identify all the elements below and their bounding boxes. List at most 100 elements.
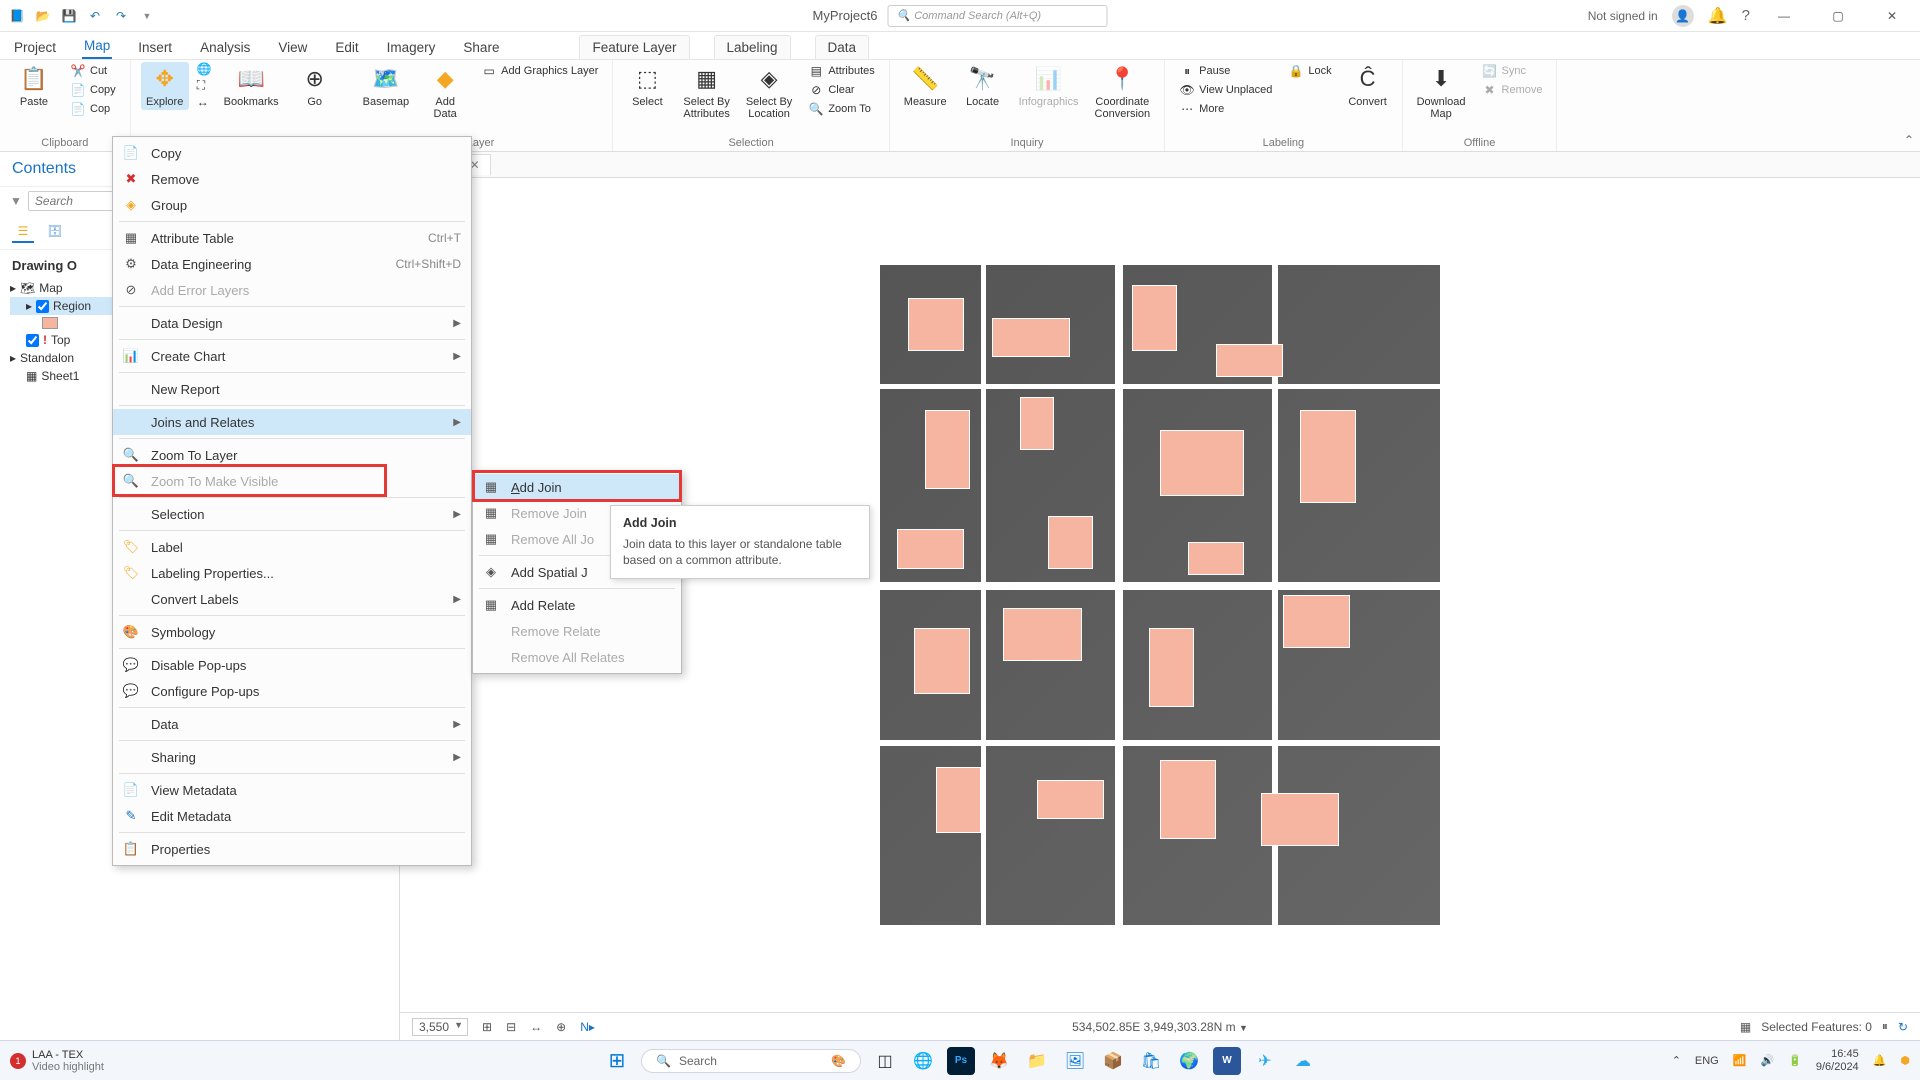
nav-tool-icon[interactable]: ↔ (197, 95, 212, 109)
copy-path-button[interactable]: 📄Cop (66, 100, 120, 118)
cm-group[interactable]: ◈Group (113, 192, 471, 218)
explorer-icon[interactable]: 📁 (1023, 1047, 1051, 1075)
refresh-icon[interactable]: ↻ (1898, 1020, 1908, 1034)
copy-button[interactable]: 📄Copy (66, 81, 120, 99)
photoshop-icon[interactable]: Ps (947, 1047, 975, 1075)
app-icon[interactable]: ☁ (1289, 1047, 1317, 1075)
go-to-button[interactable]: ⊕Go (291, 62, 339, 110)
drawing-order-tab-icon[interactable]: ☰ (12, 221, 34, 243)
ribbon-collapse-button[interactable]: ⌃ (1904, 133, 1914, 147)
open-icon[interactable]: 📂 (34, 7, 52, 25)
cm-configure-popups[interactable]: 💬Configure Pop-ups (113, 678, 471, 704)
app-icon[interactable]: 📦 (1099, 1047, 1127, 1075)
filter-icon[interactable]: ▼ (10, 194, 22, 208)
select-by-attributes-button[interactable]: ▦Select By Attributes (679, 62, 733, 122)
tab-labeling[interactable]: Labeling (714, 35, 791, 59)
telegram-icon[interactable]: ✈ (1251, 1047, 1279, 1075)
layer-checkbox[interactable] (36, 300, 49, 313)
cm-disable-popups[interactable]: 💬Disable Pop-ups (113, 652, 471, 678)
download-map-button[interactable]: ⬇Download Map (1413, 62, 1470, 122)
save-icon[interactable]: 💾 (60, 7, 78, 25)
cm-label[interactable]: 🏷Label (113, 534, 471, 560)
data-source-tab-icon[interactable]: 🗄 (44, 221, 66, 243)
avatar-icon[interactable]: 👤 (1672, 5, 1694, 27)
cm-sharing[interactable]: Sharing▶ (113, 744, 471, 770)
language-indicator[interactable]: ENG (1695, 1055, 1719, 1067)
task-view-icon[interactable]: ◫ (871, 1047, 899, 1075)
attributes-button[interactable]: ▤Attributes (804, 62, 878, 80)
layer-checkbox[interactable] (26, 334, 39, 347)
firefox-icon[interactable]: 🦊 (985, 1047, 1013, 1075)
command-search[interactable]: 🔍 Command Search (Alt+Q) (888, 5, 1108, 27)
cm-symbology[interactable]: 🎨Symbology (113, 619, 471, 645)
locate-button[interactable]: 🔭Locate (959, 62, 1007, 110)
system-clock[interactable]: 16:45 9/6/2024 (1816, 1048, 1859, 1072)
view-unplaced-button[interactable]: 👁View Unplaced (1175, 81, 1276, 99)
cm-zoom-to-layer[interactable]: 🔍Zoom To Layer (113, 442, 471, 468)
status-tool-icon[interactable]: N▸ (580, 1020, 595, 1034)
cm-data[interactable]: Data▶ (113, 711, 471, 737)
cm-edit-metadata[interactable]: ✎Edit Metadata (113, 803, 471, 829)
sm-add-join[interactable]: ▦Add Join (473, 474, 681, 500)
status-tool-icon[interactable]: ⊟ (506, 1020, 516, 1034)
cm-copy[interactable]: 📄Copy (113, 140, 471, 166)
basemap-button[interactable]: 🗺️Basemap (359, 62, 413, 110)
tab-view[interactable]: View (276, 36, 309, 59)
cm-attribute-table[interactable]: ▦Attribute TableCtrl+T (113, 225, 471, 251)
status-tool-icon[interactable]: ↔ (530, 1020, 542, 1034)
cm-joins-relates[interactable]: Joins and Relates▶ (113, 409, 471, 435)
add-graphics-layer-button[interactable]: ▭Add Graphics Layer (477, 62, 602, 80)
volume-icon[interactable]: 🔊 (1760, 1054, 1774, 1067)
measure-button[interactable]: 📏Measure (900, 62, 951, 110)
signin-label[interactable]: Not signed in (1588, 9, 1658, 23)
cm-selection[interactable]: Selection▶ (113, 501, 471, 527)
tab-feature-layer[interactable]: Feature Layer (579, 35, 689, 59)
help-icon[interactable]: ? (1742, 7, 1750, 24)
more-labels-button[interactable]: ⋯More (1175, 100, 1276, 118)
select-by-location-button[interactable]: ◈Select By Location (742, 62, 796, 122)
cm-labeling-properties[interactable]: 🏷Labeling Properties... (113, 560, 471, 586)
cut-button[interactable]: ✂️Cut (66, 62, 120, 80)
sm-add-relate[interactable]: ▦Add Relate (473, 592, 681, 618)
cm-new-report[interactable]: New Report (113, 376, 471, 402)
tab-project[interactable]: Project (12, 36, 58, 59)
redo-icon[interactable]: ↷ (112, 7, 130, 25)
chevron-up-icon[interactable]: ⌃ (1672, 1054, 1681, 1067)
tab-share[interactable]: Share (461, 36, 501, 59)
pause-labels-button[interactable]: ⏸Pause (1175, 62, 1276, 80)
app-icon[interactable]: 🖼 (1061, 1047, 1089, 1075)
battery-icon[interactable]: 🔋 (1788, 1054, 1802, 1067)
taskbar-left[interactable]: 1 LAA - TEX Video highlight (10, 1049, 104, 1073)
pause-draw-icon[interactable]: ⏸ (1882, 1019, 1888, 1034)
nav-tool-icon[interactable]: 🌐 (197, 62, 212, 76)
select-button[interactable]: ⬚Select (623, 62, 671, 110)
wifi-icon[interactable]: 📶 (1733, 1054, 1747, 1067)
map-scale[interactable]: 3,550▼ (412, 1018, 468, 1036)
zoom-to-button[interactable]: 🔍Zoom To (804, 100, 878, 118)
remove-offline-button[interactable]: ✖Remove (1478, 81, 1547, 99)
lock-labels-button[interactable]: 🔒Lock (1284, 62, 1335, 80)
convert-labels-button[interactable]: ĈConvert (1344, 62, 1392, 110)
cm-remove[interactable]: ✖Remove (113, 166, 471, 192)
notification-icon[interactable]: 🔔 (1708, 6, 1728, 26)
tab-map[interactable]: Map (82, 34, 112, 59)
status-tool-icon[interactable]: ⊞ (482, 1020, 492, 1034)
infographics-button[interactable]: 📊Infographics (1015, 62, 1083, 110)
nav-tool-icon[interactable]: ⛶ (197, 78, 212, 93)
cm-data-engineering[interactable]: ⚙Data EngineeringCtrl+Shift+D (113, 251, 471, 277)
add-data-button[interactable]: ◆Add Data (421, 62, 469, 122)
arcgis-icon[interactable]: 🌍 (1175, 1047, 1203, 1075)
tab-edit[interactable]: Edit (333, 36, 360, 59)
qat-dropdown-icon[interactable]: ▼ (138, 7, 156, 25)
status-tool-icon[interactable]: ⊕ (556, 1020, 566, 1034)
cm-view-metadata[interactable]: 📄View Metadata (113, 777, 471, 803)
explore-button[interactable]: ✥Explore (141, 62, 189, 110)
word-icon[interactable]: W (1213, 1047, 1241, 1075)
cm-data-design[interactable]: Data Design▶ (113, 310, 471, 336)
close-button[interactable]: ✕ (1872, 2, 1912, 30)
coordinate-conversion-button[interactable]: 📍Coordinate Conversion (1091, 62, 1155, 122)
store-icon[interactable]: 🛍 (1137, 1047, 1165, 1075)
taskbar-search[interactable]: 🔍Search🎨 (641, 1049, 861, 1073)
edge-icon[interactable]: 🌐 (909, 1047, 937, 1075)
cm-properties[interactable]: 📋Properties (113, 836, 471, 862)
